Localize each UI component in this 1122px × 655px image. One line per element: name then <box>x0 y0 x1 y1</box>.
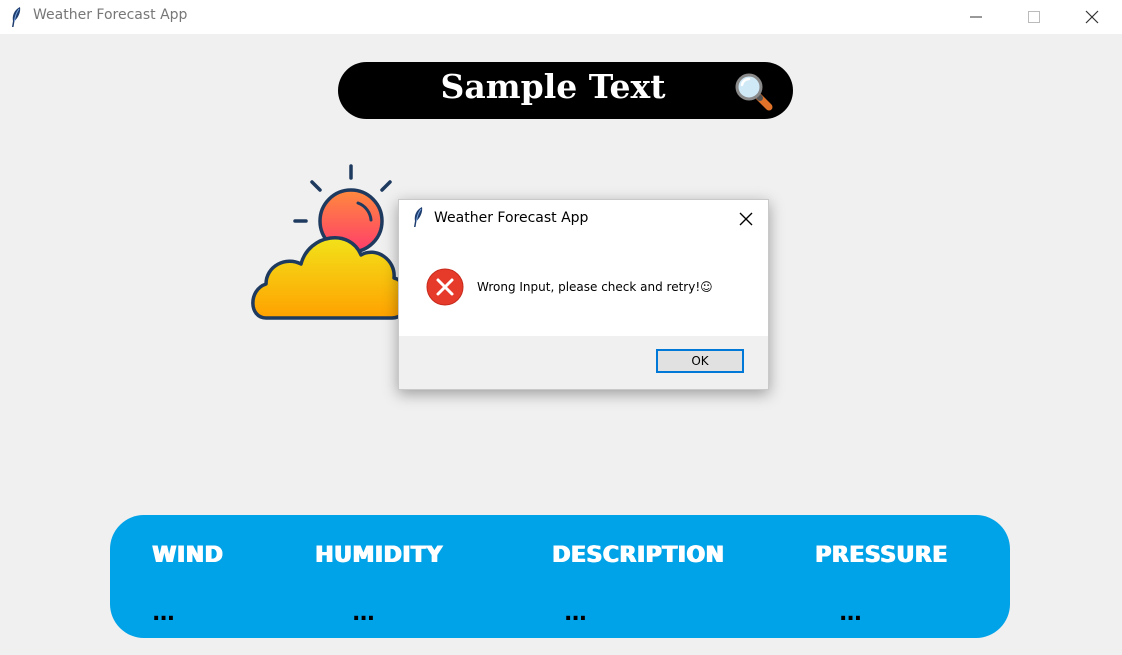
feather-icon <box>414 207 423 227</box>
feather-icon <box>12 7 21 27</box>
humidity-label: HUMIDITY <box>315 543 443 568</box>
window-title: Weather Forecast App <box>33 7 188 23</box>
description-label: DESCRIPTION <box>552 543 725 568</box>
maximize-button[interactable] <box>1005 0 1063 34</box>
minimize-icon <box>970 16 982 18</box>
wind-value: ... <box>152 601 175 626</box>
error-message: Wrong Input, please check and retry!☺ <box>477 280 713 294</box>
close-button[interactable] <box>1063 0 1121 34</box>
description-value: ... <box>564 601 587 626</box>
close-icon[interactable] <box>735 208 757 230</box>
partly-cloudy-icon <box>251 164 409 320</box>
search-input[interactable]: Sample Text <box>338 67 768 106</box>
ok-button[interactable]: OK <box>656 349 744 373</box>
humidity-value: ... <box>352 601 375 626</box>
maximize-icon <box>1028 11 1040 23</box>
dialog-title: Weather Forecast App <box>434 210 589 226</box>
error-icon <box>426 268 464 306</box>
search-icon <box>735 73 773 111</box>
close-icon <box>1085 10 1099 24</box>
error-dialog: Weather Forecast App Wrong Input, please… <box>398 199 769 390</box>
pressure-label: PRESSURE <box>815 543 948 568</box>
search-bar: Sample Text <box>338 62 793 119</box>
title-bar: Weather Forecast App <box>0 0 1122 34</box>
pressure-value: ... <box>839 601 862 626</box>
minimize-button[interactable] <box>947 0 1005 34</box>
weather-info-panel: WIND HUMIDITY DESCRIPTION PRESSURE ... .… <box>110 515 1010 638</box>
wind-label: WIND <box>152 543 224 568</box>
search-button[interactable] <box>734 72 774 112</box>
